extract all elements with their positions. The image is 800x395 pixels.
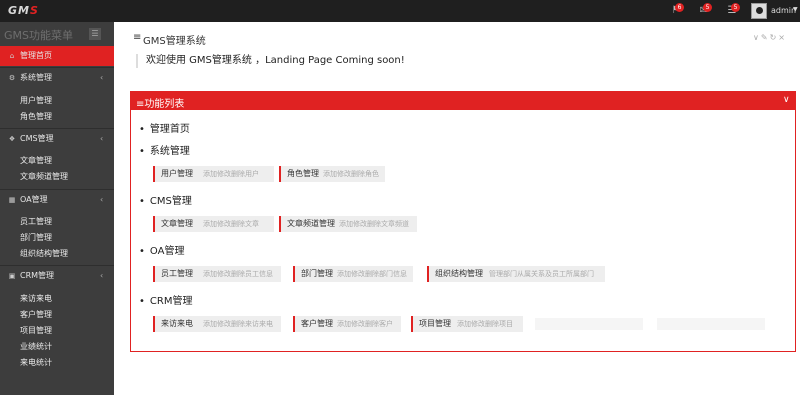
card-name: 客户管理 <box>301 319 333 328</box>
card-article-channels[interactable]: 文章频道管理 添加修改删除文章频道 <box>279 216 417 232</box>
sidebar-item-roles[interactable]: 角色管理 <box>20 111 52 122</box>
sidebar-section-cms[interactable]: ❖ CMS管理 ‹ <box>0 128 114 148</box>
sidebar-item-articles[interactable]: 文章管理 <box>20 155 52 166</box>
card-name: 员工管理 <box>161 269 193 278</box>
chevron-down-icon[interactable]: ∨ <box>783 95 790 105</box>
card-articles[interactable]: 文章管理 添加修改删除文章 <box>153 216 274 232</box>
main-content: ≡ GMS管理系统 ∨✎↻× 欢迎使用 GMS管理系统 ，Landing Pag… <box>114 22 800 395</box>
close-icon[interactable]: × <box>778 33 787 42</box>
wrench-icon[interactable]: ✎ <box>761 33 770 42</box>
top-bar: GMS ⚑ 6 ✉ 5 ☰ 5 admin ▼ <box>0 0 800 22</box>
card-desc: 添加修改删除客户 <box>337 320 393 328</box>
panel-header: ≡ GMS管理系统 ∨✎↻× <box>114 30 800 47</box>
card-placeholder <box>657 318 765 330</box>
sidebar-section-label: OA管理 <box>20 195 48 204</box>
card-org-structure[interactable]: 组织结构管理 管理部门从属关系及员工所属部门 <box>427 266 605 282</box>
chevron-left-icon: ‹ <box>100 271 104 280</box>
card-name: 项目管理 <box>419 319 451 328</box>
sidebar-item-users[interactable]: 用户管理 <box>20 95 52 106</box>
card-name: 用户管理 <box>161 169 193 178</box>
sidebar-section-label: 系统管理 <box>20 73 52 82</box>
card-name: 角色管理 <box>287 169 319 178</box>
list-icon: ≡ <box>133 32 142 43</box>
card-desc: 添加修改删除部门信息 <box>337 270 407 278</box>
sidebar-item-label: 管理首页 <box>20 51 52 60</box>
card-icon: ▣ <box>8 272 16 280</box>
notification-badge: 6 <box>675 3 684 12</box>
card-staff[interactable]: 员工管理 添加修改删除员工信息 <box>153 266 281 282</box>
group-title-cms: CMS管理 <box>139 192 192 207</box>
gear-icon: ⚙ <box>8 74 16 82</box>
sidebar-item-projects[interactable]: 项目管理 <box>20 325 52 336</box>
sidebar-item-home[interactable]: ⌂ 管理首页 <box>0 46 114 66</box>
collapse-icon[interactable]: ∨ <box>753 33 761 42</box>
page-title: GMS管理系统 <box>143 36 206 47</box>
sidebar-item-performance[interactable]: 业绩统计 <box>20 341 52 352</box>
card-placeholder <box>535 318 643 330</box>
chevron-left-icon: ‹ <box>100 134 104 143</box>
sidebar-section-system[interactable]: ⚙ 系统管理 ‹ <box>0 67 114 87</box>
card-desc: 添加修改删除文章 <box>203 220 259 228</box>
sidebar-item-staff[interactable]: 员工管理 <box>20 216 52 227</box>
card-desc: 添加修改删除文章频道 <box>339 220 409 228</box>
sidebar-section-crm[interactable]: ▣ CRM管理 ‹ <box>0 265 114 285</box>
chevron-down-icon[interactable]: ▼ <box>793 6 798 13</box>
sidebar-section-oa[interactable]: ▦ OA管理 ‹ <box>0 189 114 209</box>
logo[interactable]: GMS <box>8 4 39 18</box>
sidebar: GMS功能菜单 ☰ ⌂ 管理首页 ⚙ 系统管理 ‹ 用户管理 角色管理 ❖ CM… <box>0 22 114 395</box>
card-name: 组织结构管理 <box>435 269 483 278</box>
card-desc: 添加修改删除来访来电 <box>203 320 273 328</box>
sidebar-item-article-channels[interactable]: 文章频道管理 <box>20 171 68 182</box>
panel-tools[interactable]: ∨✎↻× <box>753 33 787 42</box>
refresh-icon[interactable]: ↻ <box>770 33 779 42</box>
sidebar-section-label: CRM管理 <box>20 271 55 280</box>
card-name: 部门管理 <box>301 269 333 278</box>
group-title-system: 系统管理 <box>139 142 190 157</box>
group-title-crm: CRM管理 <box>139 292 193 307</box>
home-icon: ⌂ <box>9 52 15 60</box>
card-desc: 管理部门从属关系及员工所属部门 <box>489 270 594 278</box>
card-desc: 添加修改删除角色 <box>323 170 379 178</box>
chevron-left-icon: ‹ <box>100 195 104 204</box>
welcome-message: 欢迎使用 GMS管理系统 ，Landing Page Coming soon! <box>136 54 405 68</box>
sidebar-item-customers[interactable]: 客户管理 <box>20 309 52 320</box>
org-icon: ▦ <box>8 196 16 204</box>
chevron-left-icon: ‹ <box>100 73 104 82</box>
mail-badge: 5 <box>703 3 712 12</box>
card-departments[interactable]: 部门管理 添加修改删除部门信息 <box>293 266 413 282</box>
leaf-icon: ❖ <box>8 135 16 143</box>
card-customers[interactable]: 客户管理 添加修改删除客户 <box>293 316 401 332</box>
group-title-home[interactable]: 管理首页 <box>139 120 190 135</box>
function-list-header: ≡功能列表 ∨ <box>131 92 795 110</box>
sidebar-item-departments[interactable]: 部门管理 <box>20 232 52 243</box>
card-name: 文章管理 <box>161 219 193 228</box>
group-title-oa: OA管理 <box>139 242 185 257</box>
avatar[interactable] <box>751 3 767 19</box>
tasks-badge: 5 <box>731 3 740 12</box>
card-desc: 添加修改删除项目 <box>457 320 513 328</box>
card-name: 文章频道管理 <box>287 219 335 228</box>
sidebar-item-call-stats[interactable]: 来电统计 <box>20 357 52 368</box>
card-desc: 添加修改删除用户 <box>203 170 259 178</box>
card-visits[interactable]: 来访来电 添加修改删除来访来电 <box>153 316 281 332</box>
function-list-title: ≡功能列表 <box>136 99 185 110</box>
sidebar-item-org-structure[interactable]: 组织结构管理 <box>20 248 68 259</box>
card-desc: 添加修改删除员工信息 <box>203 270 273 278</box>
card-roles[interactable]: 角色管理 添加修改删除角色 <box>279 166 385 182</box>
menu-toggle-icon[interactable]: ☰ <box>89 28 101 40</box>
card-users[interactable]: 用户管理 添加修改删除用户 <box>153 166 274 182</box>
sidebar-item-visits[interactable]: 来访来电 <box>20 293 52 304</box>
card-projects[interactable]: 项目管理 添加修改删除项目 <box>411 316 523 332</box>
sidebar-section-label: CMS管理 <box>20 134 54 143</box>
sidebar-title: GMS功能菜单 <box>4 29 73 42</box>
function-list-panel: ≡功能列表 ∨ 管理首页 系统管理 用户管理 添加修改删除用户 角色管理 添加修… <box>130 91 796 352</box>
card-name: 来访来电 <box>161 319 193 328</box>
